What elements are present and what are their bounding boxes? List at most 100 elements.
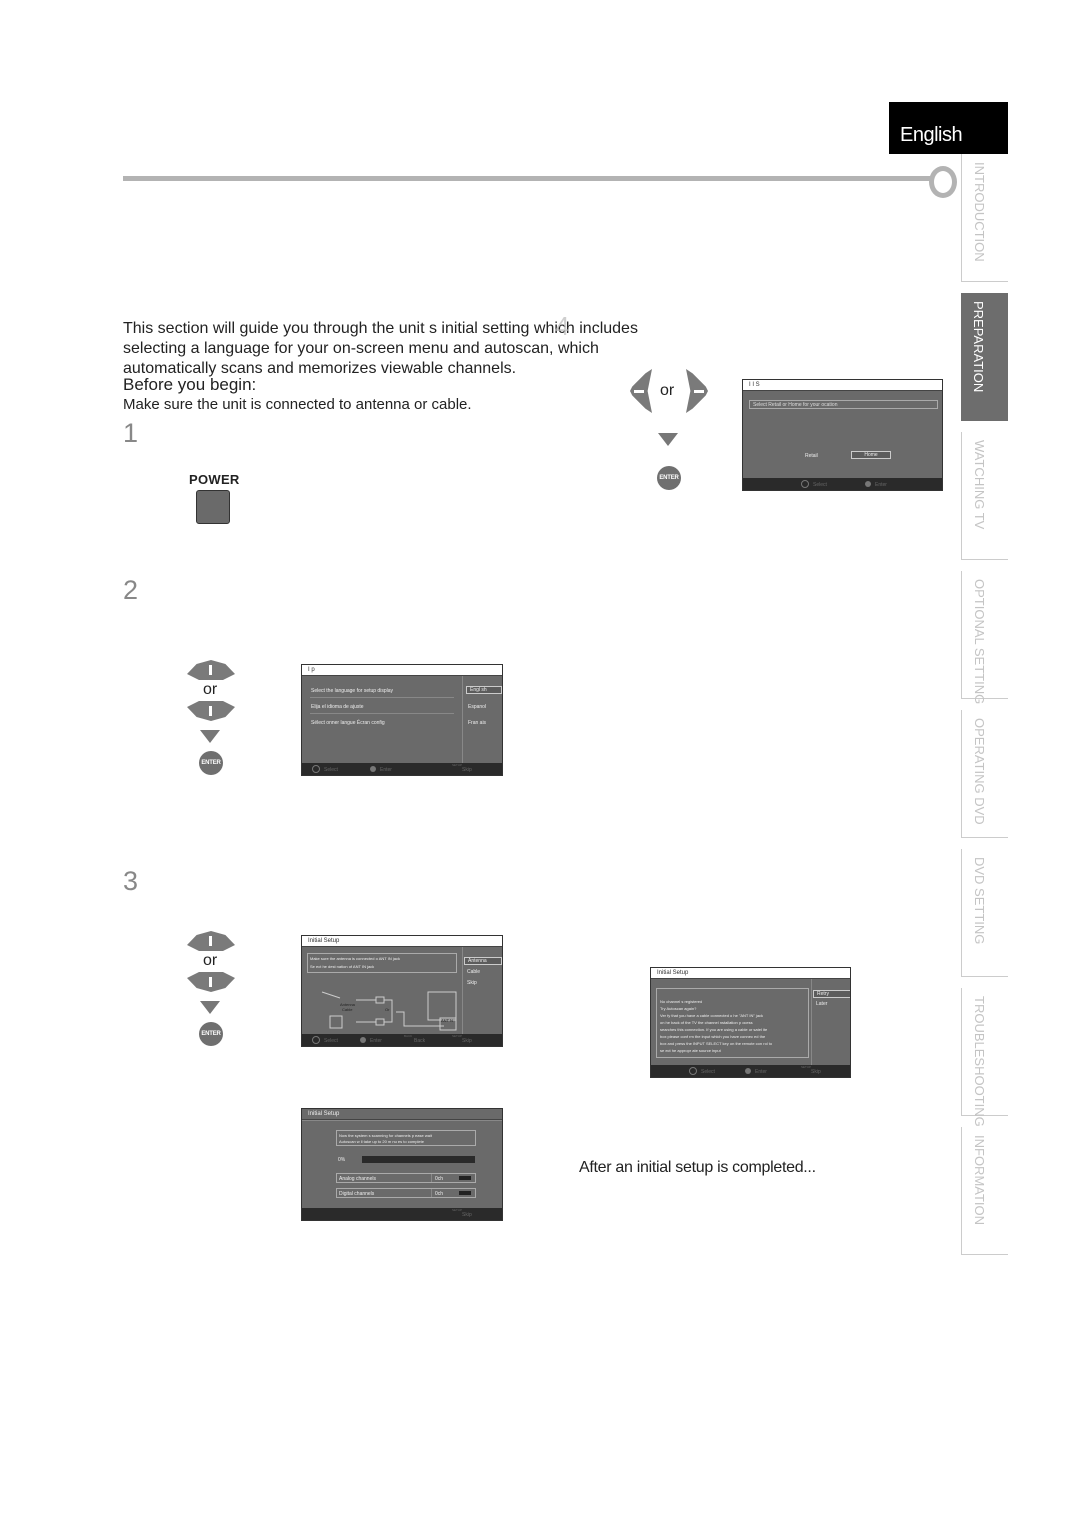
connector-icon [375,996,385,1004]
or-label: or [660,382,675,399]
side-tab-preparation[interactable]: PREPARATION [961,293,1008,421]
option-retry[interactable]: Retry [813,990,850,998]
footer-select: Select [324,1038,338,1044]
location-prompt: Select Retail or Home for your ocation [749,400,938,409]
down-arrow-icon [209,977,212,987]
scan-message-box: Now the system s scanning for channels p… [336,1130,476,1146]
footer-back: Back [414,1038,426,1044]
enter-button[interactable]: ENTER [657,466,681,490]
option-english[interactable]: Engl sh [466,686,502,694]
wall-outlet-icon [329,1015,343,1029]
dpad-icon [801,480,809,488]
digital-value: 0ch [435,1191,444,1197]
down-arrow-key[interactable] [187,701,235,721]
down-arrow-icon [209,706,212,716]
analog-label: Analog channels [339,1176,376,1182]
or-label: or [203,681,218,698]
up-arrow-icon [209,936,212,946]
after-setup-heading: After an initial setup is completed... [579,1159,816,1176]
step-number-2: 2 [123,575,139,605]
enter-dot-icon [370,766,376,772]
side-tab-label: WATCHING TV [972,440,987,530]
side-tab-label: TROUBLESHOOTING [972,996,987,1127]
footer-enter: Enter [380,767,392,773]
side-tab-optional-setting[interactable]: OPTIONAL SETTING [961,571,1008,704]
tv-screen-antenna: Initial Setup Make sure the antenna is c… [301,935,503,1047]
divider [431,1189,432,1197]
enter-button[interactable]: ENTER [199,1022,223,1046]
divider [462,676,463,764]
message-line: Now the system s scanning for channels p… [339,1133,432,1138]
message-line: on he back of the TV the channel nstalla… [660,1020,753,1025]
before-you-begin-heading: Before you begin: [123,375,257,394]
analog-indicator [459,1176,471,1180]
screen-footer: Select Enter BACK Back SETUP Skip [302,1034,502,1046]
enter-dot-icon [360,1037,366,1043]
down-arrow-key[interactable] [187,972,235,992]
option-home[interactable]: Home [851,451,891,459]
language-row: Select the language for setup display [311,688,393,694]
footer-back-key: BACK [404,1034,413,1038]
footer-skip: Skip [462,1038,472,1044]
message-line: Se ect he dest nation of ANT IN jack [310,964,375,969]
option-cable[interactable]: Cable [467,969,480,975]
side-tab-troubleshooting[interactable]: TROUBLESHOOTING [961,988,1008,1127]
diagram-cable-label: Cable [342,1007,353,1012]
no-channel-message-box: No channel s registered Try Autoscan agai… [656,988,809,1058]
screen-footer: Select Enter SETUP Skip [302,763,502,775]
side-tab-introduction[interactable]: INTRODUCTION [961,154,1008,282]
side-tab-operating-dvd[interactable]: OPERATING DVD [961,710,1008,838]
option-francais[interactable]: Fran ais [468,720,486,726]
screen-footer: Select Enter SETUP Skip [651,1065,850,1077]
footer-skip-key: SETUP [452,763,463,767]
side-tab-watching-tv[interactable]: WATCHING TV [961,432,1008,560]
enter-dot-icon [865,481,871,487]
up-arrow-key[interactable] [187,931,235,951]
language-tab-label: English [900,124,963,146]
footer-skip-key: SETUP [452,1034,463,1038]
connector-icon [375,1018,385,1026]
intro-paragraph: This section will guide you through the … [123,320,638,377]
up-arrow-key[interactable] [187,660,235,680]
step-4-marker: 4 [555,311,570,341]
footer-skip-key: SETUP [452,1208,463,1212]
dpad-icon [312,1036,320,1044]
tv-back-icon [427,991,457,1021]
enter-button[interactable]: ENTER [199,751,223,775]
up-arrow-icon [209,665,212,675]
option-retail[interactable]: Retail [805,453,818,459]
screen-footer: SETUP Skip [302,1208,502,1220]
power-label: POWER [189,472,240,487]
screen-footer: Select Enter [743,478,942,490]
analog-value: 0ch [435,1176,444,1182]
footer-enter: Enter [755,1069,767,1075]
side-tab-information[interactable]: INFORMATION [961,1127,1008,1255]
side-tab-label: INFORMATION [972,1135,987,1226]
option-skip[interactable]: Skip [467,980,477,986]
footer-select: Select [324,767,338,773]
digital-label: Digital channels [339,1191,375,1197]
divider [310,713,454,714]
language-tab[interactable]: English [889,102,1008,154]
divider [811,979,812,1067]
footer-skip: Skip [462,1212,472,1218]
option-espanol[interactable]: Espanol [468,704,486,710]
footer-skip: Skip [811,1069,821,1075]
next-arrow-icon [200,1001,220,1014]
antenna-icon [321,991,341,999]
option-later[interactable]: Later [816,1001,827,1007]
side-tab-label: OPERATING DVD [972,718,987,825]
option-antenna[interactable]: Antenna [464,957,502,965]
screen-title: Initial Setup [302,936,502,947]
power-button[interactable] [196,490,230,524]
footer-enter: Enter [875,482,887,488]
divider [462,947,463,1035]
tv-screen-location: I I S Select Retail or Home for your oca… [742,379,943,491]
side-tab-label: DVD SETTING [972,857,987,945]
tv-screen-scanning: Initial Setup Now the system s scanning … [301,1108,503,1221]
divider [302,1120,502,1121]
message-line: Ver fy that you have a cable connected o… [660,1013,764,1018]
side-tab-dvd-setting[interactable]: DVD SETTING [961,849,1008,977]
right-arrow-key[interactable] [686,369,708,413]
divider [431,1174,432,1182]
